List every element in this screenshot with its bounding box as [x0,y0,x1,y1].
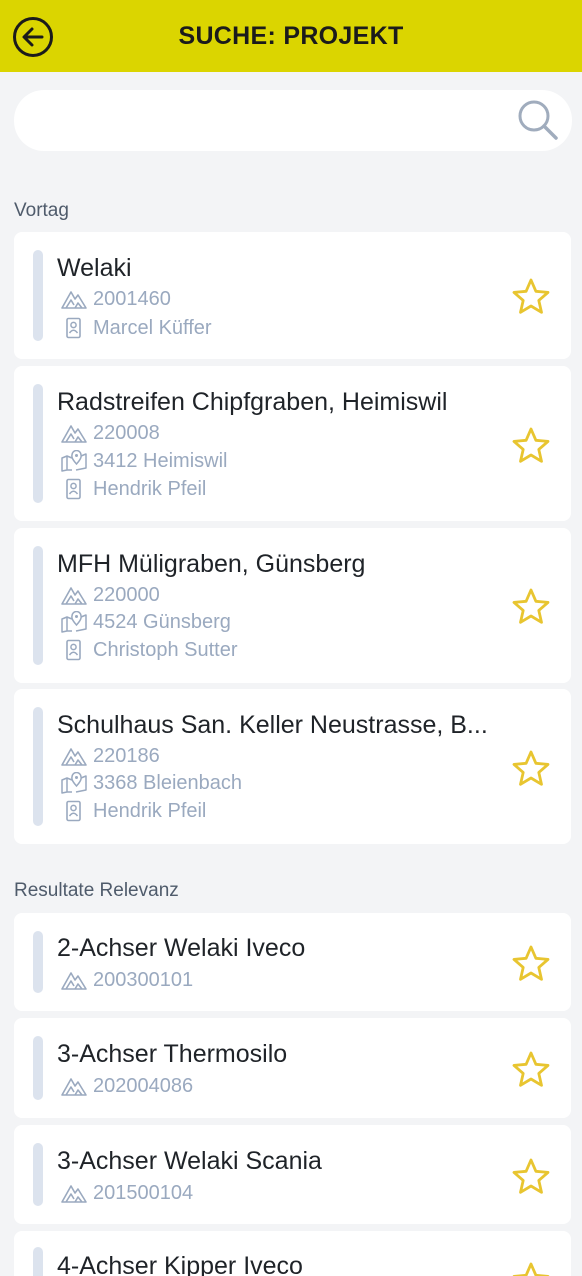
card-accent-bar [33,707,43,826]
card-person: Christoph Sutter [93,638,238,661]
map-pin-icon [61,772,87,794]
map-pin-icon [61,611,87,633]
map-pin-icon [61,450,87,472]
card-number-row: 2001460 [60,286,171,312]
card-accent-bar [33,546,43,665]
project-card[interactable]: 3-Achser Welaki Scania 201500104 [14,1125,571,1224]
card-person: Hendrik Pfeil [93,477,207,500]
terrain-icon [61,291,87,309]
terrain-icon [61,1078,87,1096]
card-title: 4-Achser Kipper Iveco [57,1252,303,1276]
card-person: Marcel Küffer [93,316,212,339]
card-place-row: 4524 Günsberg [60,609,231,635]
project-card[interactable]: MFH Müligraben, Günsberg 220000 4524 Gün… [14,528,571,683]
favorite-star-icon[interactable] [511,1050,551,1090]
project-card[interactable]: 4-Achser Kipper Iveco [14,1231,571,1276]
card-title: Schulhaus San. Keller Neustrasse, B... [57,711,488,739]
favorite-star-icon[interactable] [511,749,551,789]
card-accent-bar [33,250,43,341]
terrain-icon [61,425,87,443]
card-number: 2001460 [93,287,171,310]
app-header: SUCHE: PROJEKT [0,0,582,72]
person-badge-icon [66,800,81,822]
favorite-star-icon[interactable] [511,277,551,317]
card-number-row: 202004086 [60,1073,193,1099]
card-number-row: 220186 [60,743,160,769]
card-place-row: 3368 Bleienbach [60,770,242,796]
favorite-star-icon[interactable] [511,944,551,984]
terrain-icon [61,587,87,605]
card-person-row: Marcel Küffer [60,315,212,341]
card-number-row: 220000 [60,582,160,608]
card-title: Welaki [57,254,132,282]
card-place: 4524 Günsberg [93,610,231,633]
card-person-row: Christoph Sutter [60,637,238,663]
person-badge-icon [66,317,81,339]
search-icon[interactable] [516,98,560,142]
card-place: 3368 Bleienbach [93,771,243,794]
card-title: 3-Achser Welaki Scania [57,1147,322,1175]
card-accent-bar [33,1036,43,1100]
card-person-row: Hendrik Pfeil [60,798,206,824]
card-place-row: 3412 Heimiswil [60,448,228,474]
card-number: 220186 [93,744,160,767]
card-number-row: 220008 [60,420,160,446]
card-accent-bar [33,384,43,503]
card-title: MFH Müligraben, Günsberg [57,550,366,578]
card-person: Hendrik Pfeil [93,799,207,822]
card-person-row: Hendrik Pfeil [60,476,206,502]
card-accent-bar [33,1143,43,1206]
terrain-icon [61,972,87,990]
card-place: 3412 Heimiswil [93,449,228,472]
favorite-star-icon[interactable] [511,426,551,466]
card-number: 200300101 [93,968,194,991]
project-card[interactable]: Radstreifen Chipfgraben, Heimiswil 22000… [14,366,571,521]
card-number: 220008 [93,421,160,444]
section-label-vortag: Vortag [14,200,69,221]
card-title: 3-Achser Thermosilo [57,1040,288,1068]
project-card[interactable]: 2-Achser Welaki Iveco 200300101 [14,913,571,1011]
terrain-icon [61,1185,87,1203]
favorite-star-icon[interactable] [511,587,551,627]
person-badge-icon [66,478,81,500]
terrain-icon [61,748,87,766]
project-card[interactable]: 3-Achser Thermosilo 202004086 [14,1018,571,1118]
card-number-row: 201500104 [60,1180,193,1206]
search-input[interactable] [36,90,496,151]
page-title: SUCHE: PROJEKT [178,22,404,50]
card-title: Radstreifen Chipfgraben, Heimiswil [57,388,448,416]
favorite-star-icon[interactable] [511,1157,551,1197]
project-card[interactable]: Schulhaus San. Keller Neustrasse, B... 2… [14,689,571,844]
card-number: 201500104 [93,1181,194,1204]
card-title: 2-Achser Welaki Iveco [57,934,306,962]
card-number: 202004086 [93,1074,194,1097]
person-badge-icon [66,639,81,661]
search-bar [14,90,572,151]
section-label-relevanz: Resultate Relevanz [14,880,179,901]
card-accent-bar [33,1247,43,1276]
card-accent-bar [33,931,43,993]
card-number: 220000 [93,583,160,606]
favorite-star-icon[interactable] [511,1261,551,1276]
project-card[interactable]: Welaki 2001460 Marcel Küffer [14,232,571,359]
card-number-row: 200300101 [60,967,193,993]
